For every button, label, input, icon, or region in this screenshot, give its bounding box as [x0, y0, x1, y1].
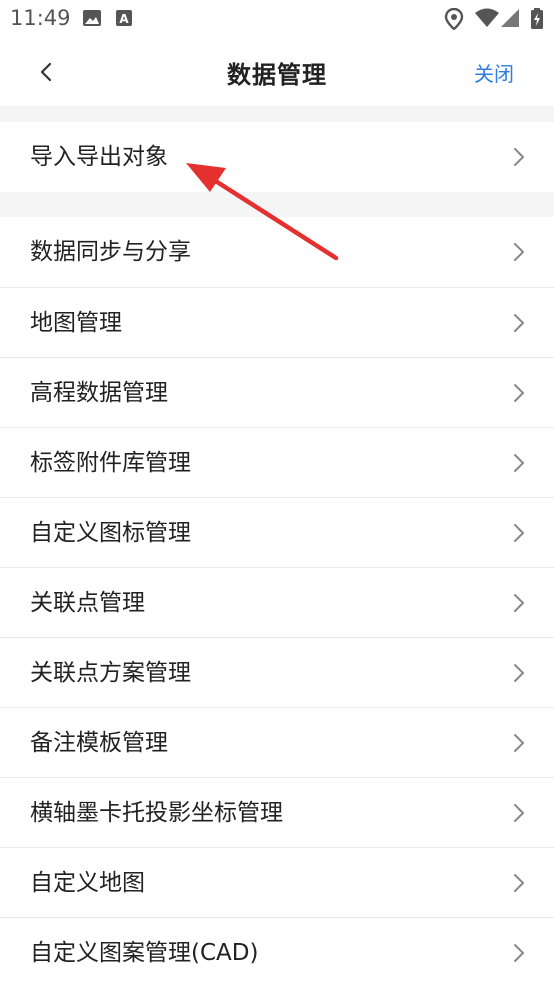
wifi-icon	[475, 8, 499, 27]
list-item-note-templates[interactable]: 备注模板管理	[0, 708, 554, 778]
page-title: 数据管理	[227, 61, 327, 89]
chevron-right-icon	[514, 594, 524, 612]
list-item-label: 自定义地图	[30, 870, 145, 896]
location-icon	[444, 8, 464, 30]
chevron-right-icon	[514, 944, 524, 962]
svg-text:A: A	[119, 12, 129, 26]
chevron-right-icon	[514, 664, 524, 682]
chevron-right-icon	[514, 314, 524, 332]
section-gap	[0, 192, 554, 217]
list-item-label: 高程数据管理	[30, 380, 168, 406]
chevron-right-icon	[514, 524, 524, 542]
signal-icon	[501, 9, 519, 27]
list-item-custom-icons[interactable]: 自定义图标管理	[0, 498, 554, 568]
list-item-tag-attachment[interactable]: 标签附件库管理	[0, 428, 554, 498]
chevron-right-icon	[514, 804, 524, 822]
app-a-icon: A	[116, 10, 132, 26]
list-item-label: 数据同步与分享	[30, 239, 191, 265]
battery-icon	[531, 8, 543, 29]
list-item-label: 关联点方案管理	[30, 660, 191, 686]
list-item-label: 横轴墨卡托投影坐标管理	[30, 800, 283, 826]
list-item-linked-points[interactable]: 关联点管理	[0, 568, 554, 638]
list-item-import-export[interactable]: 导入导出对象	[0, 122, 554, 192]
list-item-map-manage[interactable]: 地图管理	[0, 288, 554, 358]
list-item-custom-pattern-cad[interactable]: 自定义图案管理(CAD)	[0, 918, 554, 988]
chevron-right-icon	[514, 243, 524, 261]
close-button[interactable]: 关闭	[474, 58, 514, 87]
section-gap	[0, 106, 554, 122]
chevron-right-icon	[514, 734, 524, 752]
list-item-label: 备注模板管理	[30, 730, 168, 756]
image-icon	[83, 10, 101, 26]
chevron-right-icon	[514, 384, 524, 402]
list-item-label: 自定义图案管理(CAD)	[30, 940, 259, 966]
status-bar: 11:49 A	[0, 0, 554, 36]
list-item-label: 关联点管理	[30, 590, 145, 616]
chevron-right-icon	[514, 148, 524, 166]
list-item-sync-share[interactable]: 数据同步与分享	[0, 217, 554, 287]
list-item-label: 地图管理	[30, 310, 122, 336]
list-item-custom-map[interactable]: 自定义地图	[0, 848, 554, 918]
header: 数据管理 关闭	[0, 36, 554, 106]
chevron-right-icon	[514, 454, 524, 472]
status-time: 11:49	[10, 6, 71, 30]
chevron-right-icon	[514, 874, 524, 892]
list-item-utm-coordinates[interactable]: 横轴墨卡托投影坐标管理	[0, 778, 554, 848]
list-item-label: 自定义图标管理	[30, 520, 191, 546]
list-item-linked-point-plans[interactable]: 关联点方案管理	[0, 638, 554, 708]
list-item-label: 标签附件库管理	[30, 450, 191, 476]
list-item-elevation-data[interactable]: 高程数据管理	[0, 358, 554, 428]
list-item-label: 导入导出对象	[30, 144, 168, 170]
